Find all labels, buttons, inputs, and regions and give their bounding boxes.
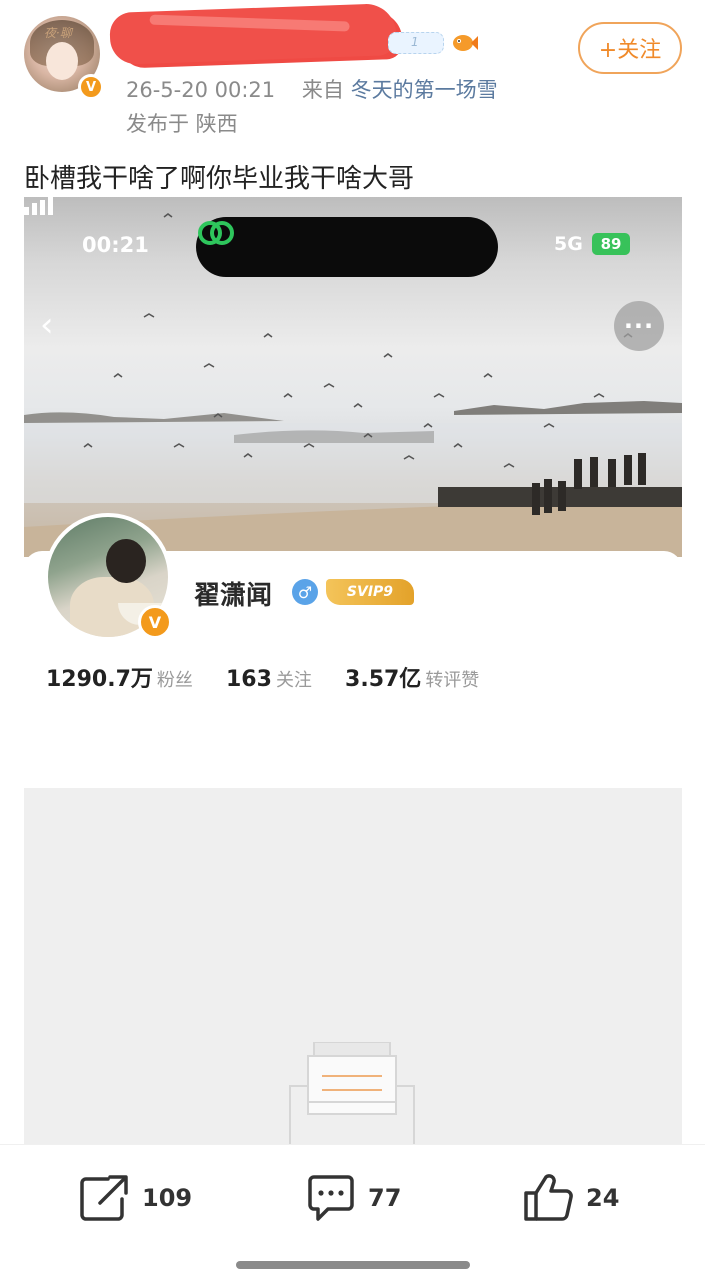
- repost-button[interactable]: 109: [78, 1173, 192, 1223]
- follow-button[interactable]: +关注: [578, 22, 682, 74]
- profile-banner: 00:21 5G 89 ‹ ···: [24, 197, 682, 557]
- comment-icon: [308, 1175, 354, 1221]
- svip-badge: SVIP9: [326, 579, 414, 605]
- empty-inbox-icon: [289, 1042, 415, 1144]
- verified-badge: V: [78, 74, 104, 100]
- comment-button[interactable]: 77: [304, 1173, 401, 1223]
- like-icon: [524, 1174, 573, 1221]
- engagement-stat[interactable]: 3.57亿 转评赞: [345, 661, 479, 693]
- link-icon: [198, 221, 234, 245]
- back-button[interactable]: ‹: [40, 305, 54, 345]
- comment-count: 77: [368, 1184, 402, 1212]
- weibo-post-page: 夜·聊 V 1 26-5-20 00:21 来自 冬天的第一场雪 发布于 陕西 …: [0, 0, 705, 1280]
- like-count: 24: [586, 1184, 620, 1212]
- embedded-screenshot[interactable]: 00:21 5G 89 ‹ ··· V 翟潇闻 ♂ SVIP9 1290.7万 …: [24, 197, 682, 757]
- fish-icon: [453, 35, 478, 51]
- network-label: 5G: [554, 233, 583, 255]
- user-title-tag: 1: [388, 32, 444, 54]
- profile-stats: 1290.7万 粉丝 163 关注 3.57亿 转评赞: [46, 661, 507, 693]
- like-button[interactable]: 24: [522, 1173, 619, 1223]
- profile-verified-badge: V: [138, 605, 172, 639]
- male-gender-icon: ♂: [292, 579, 318, 605]
- post-location: 发布于 陕西: [126, 112, 238, 136]
- followers-stat[interactable]: 1290.7万 粉丝: [46, 661, 193, 693]
- action-bar: 109 77 24: [0, 1144, 705, 1280]
- post-text: 卧槽我干啥了啊你毕业我干啥大哥: [24, 164, 415, 194]
- following-stat[interactable]: 163 关注: [226, 666, 312, 692]
- profile-name: 翟潇闻: [194, 581, 273, 611]
- author-avatar[interactable]: 夜·聊 V: [24, 16, 104, 102]
- image-placeholder[interactable]: [24, 788, 682, 1144]
- repost-count: 109: [142, 1184, 193, 1212]
- repost-icon: [80, 1175, 128, 1221]
- dynamic-island: [196, 217, 498, 277]
- more-button[interactable]: ···: [614, 301, 664, 351]
- status-time: 00:21: [82, 233, 149, 257]
- post-source[interactable]: 冬天的第一场雪: [351, 78, 498, 102]
- post-meta: 26-5-20 00:21 来自 冬天的第一场雪: [126, 74, 498, 104]
- from-label: 来自: [301, 78, 344, 102]
- redacted-username: [109, 3, 397, 65]
- signal-icon: [24, 197, 53, 215]
- avatar-decoration: 夜·聊: [44, 26, 72, 40]
- battery-indicator: 89: [592, 233, 630, 255]
- home-indicator[interactable]: [236, 1261, 470, 1269]
- post-time: 26-5-20 00:21: [126, 78, 276, 102]
